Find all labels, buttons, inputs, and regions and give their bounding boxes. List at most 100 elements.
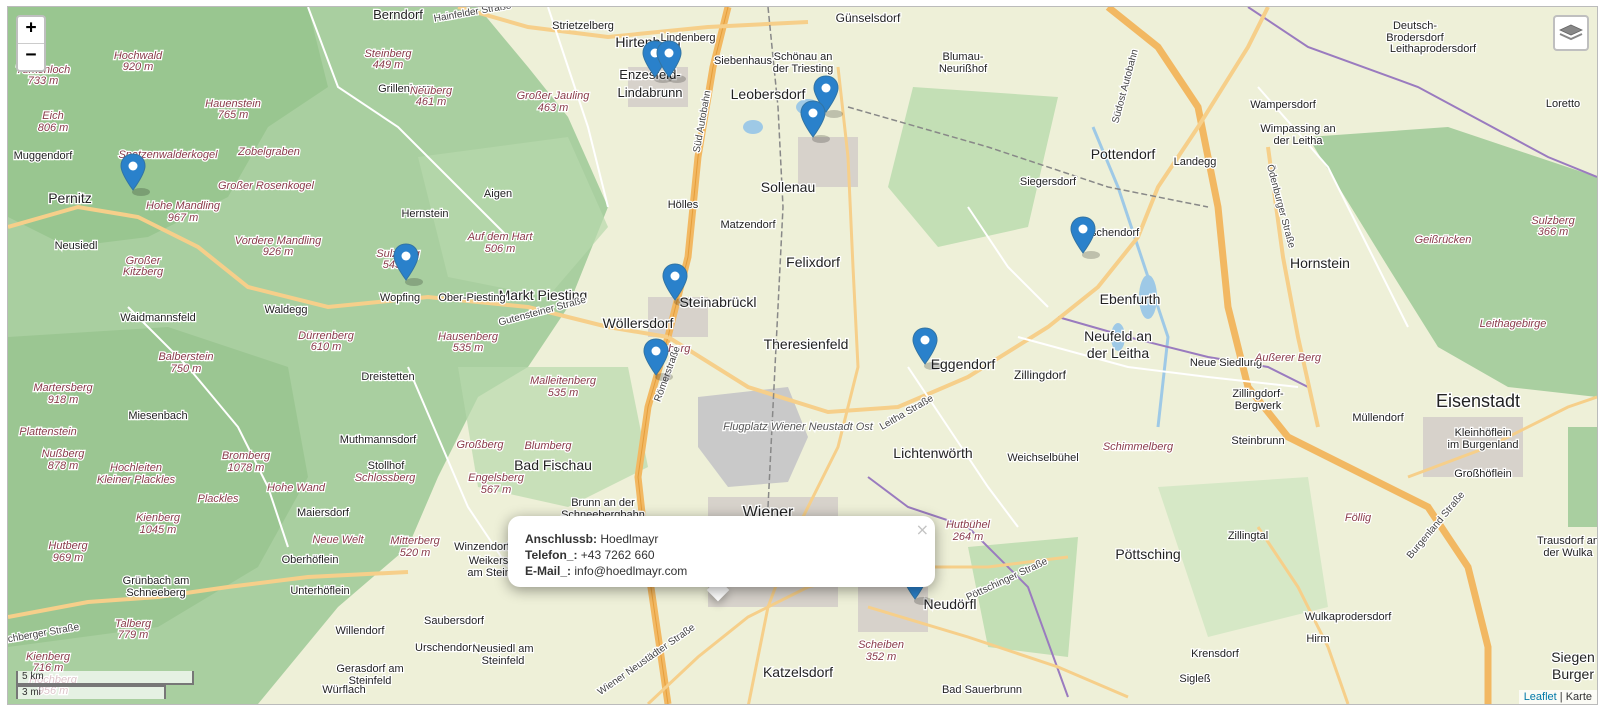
karte-label: Karte [1565,691,1592,703]
place-label: Leobersdorf [731,86,806,102]
popup-content: Anschlussb: Hoedlmayr Telefon_: +43 7262… [525,531,687,579]
place-label: Urschendorf [415,642,476,654]
place-label: Siebenhaus [714,55,773,67]
place-label: der Leitha [1087,345,1149,361]
marker-shadow [655,373,673,381]
peak-label: Nußberg [42,448,86,460]
peak-label: Blumberg [524,440,572,452]
place-label: Würflach [322,684,365,696]
place-label: Muggendorf [14,150,74,162]
peak-label: 535 m [548,387,579,399]
map-view[interactable]: Berndorf Hirtenberg Enzesfeld- Lindabrunn Le… [7,6,1598,705]
marker-dot [821,83,831,93]
place-label: Ober-Piesting [438,292,505,304]
marker-shadow [812,135,830,143]
place-label: Siegersdorf [1020,176,1077,188]
place-label: Schönau an [774,51,833,63]
place-label: Pernitz [48,190,92,206]
attribution: Leaflet | Karte [1518,690,1597,704]
peak-label: 264 m [952,531,984,543]
popup-value: info@hoedlmayr.com [574,564,688,578]
place-label: Maiersdorf [297,507,350,519]
place-label: Bergwerk [1235,400,1282,412]
place-label: Ebenfurth [1100,291,1161,307]
popup-key: E-Mail_: [525,564,572,578]
peak-label: 461 m [416,96,447,108]
place-label: Waldegg [264,304,307,316]
marker-shadow [132,188,150,196]
leaflet-link[interactable]: Leaflet [1524,691,1557,703]
place-label: Wulkaprodersdorf [1305,611,1393,623]
place-label: Bad Sauerbrunn [942,684,1022,696]
place-label: Miesenbach [128,410,187,422]
popup-row: Telefon_: +43 7262 660 [525,547,687,563]
marker-shadow [914,597,932,605]
place-label: Aigen [484,188,512,200]
place-label: Schneeberg [126,587,185,599]
place-label: Stollhof [368,460,406,472]
place-label: Lichtenwörth [893,445,972,461]
place-label: Theresienfeld [764,336,849,352]
place-label: Oberhöflein [282,554,339,566]
place-label: Bad Fischau [514,457,592,473]
place-label: Berndorf [373,7,423,22]
peak-label: Hohe Mandling [146,200,221,212]
marker-dot [808,108,818,118]
peak-label: Auf dem Hart [467,231,534,243]
place-label: Waidmannsfeld [120,312,195,324]
peak-label: 918 m [48,394,79,406]
place-label: Unterhöflein [290,585,349,597]
marker-dot [651,346,661,356]
attribution-separator: | [1559,691,1563,703]
peak-label: 463 m [538,102,569,114]
peak-label: Neue Welt [312,534,364,546]
marker-shadow [924,362,942,370]
place-label: Loretto [1546,98,1580,110]
place-label: Krensdorf [1191,648,1240,660]
place-label: Neusiedl [55,240,98,252]
place-label: Leithaprodersdorf [1390,43,1477,55]
place-label: Zillingdorf- [1232,388,1284,400]
marker-dot [1078,224,1088,234]
place-label: Grünbach am [123,575,190,587]
place-label: Pottendorf [1091,146,1156,162]
place-label: der Triesting [773,63,834,75]
peak-label: 610 m [311,341,342,353]
place-label: Brunn an der [571,497,635,509]
popup: × Anschlussb: Hoedlmayr Telefon_: +43 72… [508,516,935,587]
place-label: Deutsch- [1393,20,1437,32]
place-label: Hirm [1306,633,1329,645]
popup-key: Telefon_: [525,548,578,562]
marker-shadow [405,278,423,286]
zoom-in-button[interactable]: + [18,17,44,43]
layers-button[interactable] [1553,15,1589,51]
peak-label: 878 m [48,460,79,472]
place-label: Pöttsching [1115,546,1180,562]
place-label: Wopfing [380,292,420,304]
peak-label: Kitzberg [123,266,164,278]
popup-close-button[interactable]: × [916,520,929,539]
place-label: Zillingdorf [1014,368,1067,382]
marker-dot [670,271,680,281]
peak-label: Malleitenberg [530,375,597,387]
place-label: Katzelsdorf [763,664,833,680]
airport-label: Flugplatz Wiener Neustadt Ost [723,421,874,433]
marker-dot [920,335,930,345]
peak-label: Zobelgraben [237,146,300,158]
peak-label: Eich [42,110,63,122]
place-label: Strietzelberg [552,20,614,32]
peak-label: Balberstein [158,351,213,363]
place-label: Neue Siedlung [1190,357,1262,369]
place-label: Dreistetten [361,371,414,383]
zoom-out-button[interactable]: − [18,43,44,70]
place-label: Lindabrunn [617,85,682,100]
place-label: Eisenstadt [1436,391,1520,411]
peak-label: Plattenstein [19,426,76,438]
peak-label: 1045 m [140,524,177,536]
peak-label: Kienberg [136,512,181,524]
map-tiles[interactable]: BerndorfHirtenbergEnzesfeld-Lindabrunn Le… [8,7,1597,704]
peak-label: 926 m [263,246,294,258]
peak-label: 806 m [38,122,69,134]
place-label: der Wulka [1543,547,1593,559]
place-label: Gerasdorf am [336,663,403,675]
